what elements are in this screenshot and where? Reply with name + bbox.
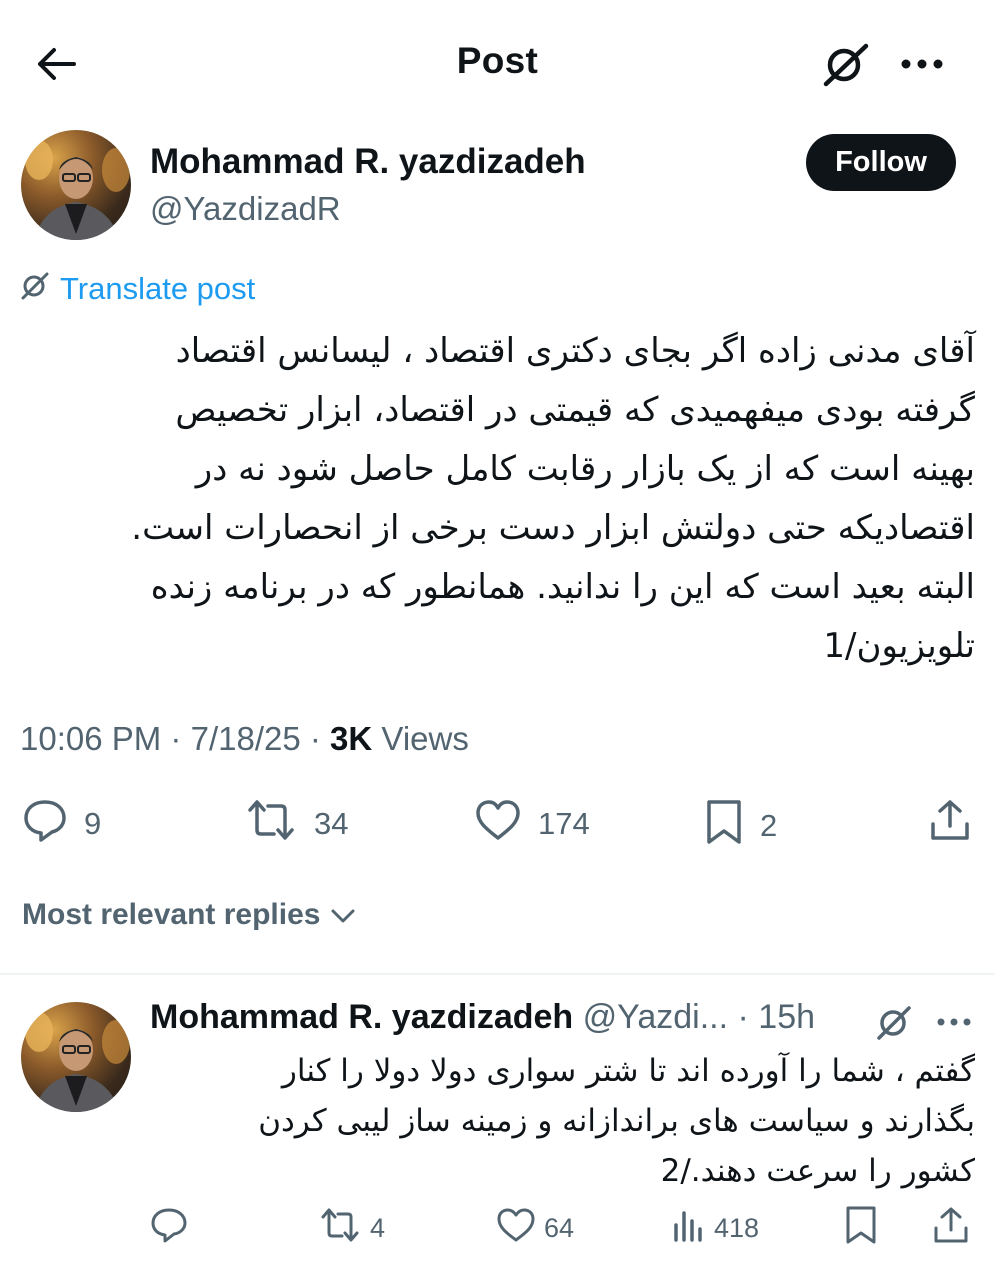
share-icon bbox=[932, 1205, 970, 1252]
repost-count: 34 bbox=[314, 806, 349, 841]
views-count: 3K bbox=[330, 720, 373, 757]
bookmark-icon bbox=[844, 1205, 878, 1252]
reply-repost-button[interactable]: 4 bbox=[318, 1207, 385, 1250]
author-handle[interactable]: @YazdizadR bbox=[150, 190, 341, 228]
translate-post-label: Translate post bbox=[60, 271, 256, 306]
post-meta: 10:06 PM · 7/18/25 · 3K Views bbox=[20, 720, 469, 757]
reply-count: 9 bbox=[84, 806, 102, 841]
post-time[interactable]: 10:06 PM bbox=[20, 720, 161, 757]
post-text-line: تلویزیون/1 bbox=[823, 626, 975, 666]
reply-author-handle[interactable]: @Yazdi... bbox=[583, 998, 728, 1036]
reply-text: گفتم ، شما را آورده اند تا شتر سواری دول… bbox=[150, 1046, 975, 1196]
grok-icon bbox=[20, 270, 50, 308]
more-options-icon[interactable] bbox=[892, 38, 952, 90]
reply-text-line: بگذارند و سیاست های براندازانه و زمینه س… bbox=[258, 1103, 975, 1139]
heart-icon bbox=[474, 798, 522, 850]
follow-button[interactable]: Follow bbox=[806, 134, 956, 191]
reply-time[interactable]: 15h bbox=[758, 998, 815, 1036]
reply-views-count: 418 bbox=[714, 1213, 760, 1243]
post-text-line: گرفته بودی میفهمیدی که قیمتی در اقتصاد، … bbox=[175, 390, 975, 430]
post-text-line: بهینه است که از یک بازار رقابت کامل حاصل… bbox=[195, 449, 975, 489]
reply-like-button[interactable]: 64 bbox=[496, 1207, 574, 1250]
reply-repost-count: 4 bbox=[370, 1213, 386, 1243]
reply-icon bbox=[150, 1207, 188, 1250]
share-icon bbox=[928, 798, 972, 850]
heart-icon bbox=[496, 1207, 536, 1250]
share-button[interactable] bbox=[928, 798, 972, 850]
replies-sort-label: Most relevant replies bbox=[22, 898, 321, 931]
author-name[interactable]: Mohammad R. yazdizadeh bbox=[150, 142, 586, 182]
bookmark-icon bbox=[704, 798, 744, 854]
reply-bookmark-button[interactable] bbox=[844, 1205, 878, 1252]
reply-author-name[interactable]: Mohammad R. yazdizadeh bbox=[150, 998, 573, 1036]
like-count: 174 bbox=[538, 806, 590, 841]
grok-icon[interactable] bbox=[816, 38, 876, 90]
reply-reply-button[interactable] bbox=[150, 1207, 188, 1250]
bookmark-button[interactable]: 2 bbox=[704, 798, 777, 854]
repost-icon bbox=[318, 1207, 362, 1250]
repost-button[interactable]: 34 bbox=[244, 798, 348, 850]
views-label: Views bbox=[381, 720, 469, 757]
post-text: آقای مدنی زاده اگر بجای دکتری اقتصاد ، ل… bbox=[20, 322, 975, 676]
reply-share-button[interactable] bbox=[932, 1205, 970, 1252]
post-text-line: آقای مدنی زاده اگر بجای دکتری اقتصاد ، ل… bbox=[175, 331, 975, 371]
reply-text-line: کشور را سرعت دهند./2 bbox=[660, 1153, 975, 1189]
divider bbox=[0, 973, 995, 975]
reply-more-icon[interactable] bbox=[936, 1014, 972, 1032]
reply-header: Mohammad R. yazdizadeh @Yazdi... · 15h bbox=[150, 998, 816, 1036]
post-date[interactable]: 7/18/25 bbox=[191, 720, 301, 757]
analytics-icon bbox=[672, 1207, 706, 1250]
chevron-down-icon bbox=[330, 898, 356, 932]
translate-post-link[interactable]: Translate post bbox=[20, 270, 255, 308]
reply-views-button[interactable]: 418 bbox=[672, 1207, 759, 1250]
repost-icon bbox=[244, 798, 298, 850]
reply-icon bbox=[22, 798, 68, 850]
post-text-line: البته بعید است که این را ندانید. همانطور… bbox=[150, 567, 975, 607]
reply-grok-icon[interactable] bbox=[874, 1002, 914, 1047]
replies-sort-dropdown[interactable]: Most relevant replies bbox=[22, 898, 356, 932]
reply-text-line: گفتم ، شما را آورده اند تا شتر سواری دول… bbox=[281, 1053, 975, 1089]
post-text-line: اقتصادیکه حتی دولتش ابزار دست برخی از ان… bbox=[131, 508, 975, 548]
reply-button[interactable]: 9 bbox=[22, 798, 101, 850]
like-button[interactable]: 174 bbox=[474, 798, 590, 850]
bookmark-count: 2 bbox=[760, 808, 778, 843]
reply-avatar[interactable] bbox=[21, 1002, 131, 1112]
avatar[interactable] bbox=[21, 130, 131, 240]
reply-like-count: 64 bbox=[544, 1213, 575, 1243]
